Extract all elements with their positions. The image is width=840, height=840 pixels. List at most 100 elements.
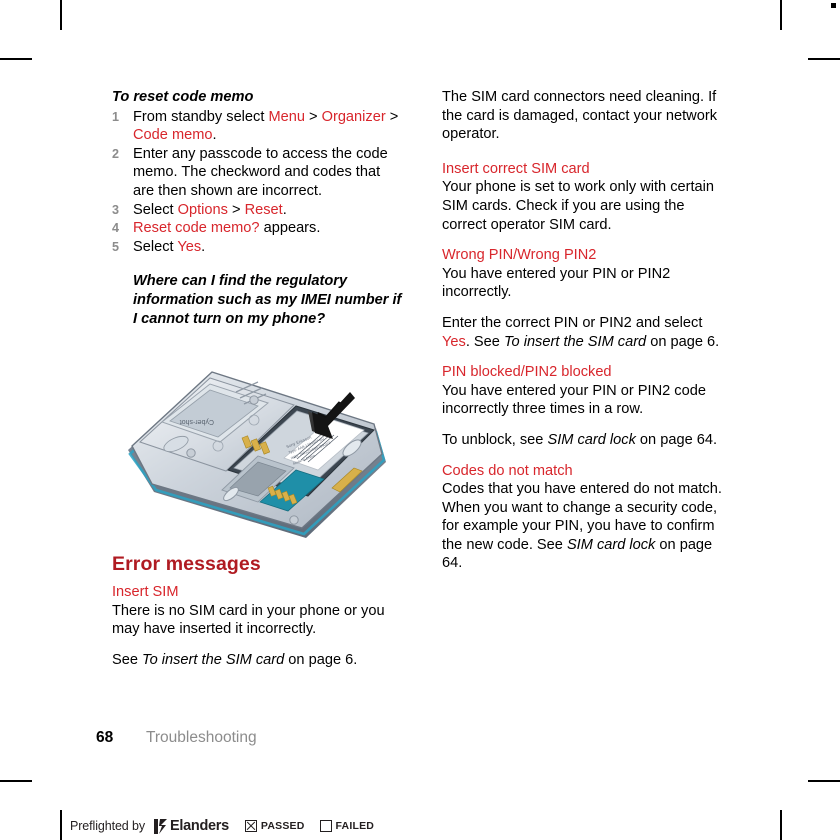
screw-top	[249, 395, 259, 405]
err-body-1-1-run-2: . See	[465, 333, 504, 350]
phone-illustration: Cyber-shot Sony Ericsson Type: AAB-12345…	[112, 338, 402, 553]
error-message-body: Codes that you have entered do not match…	[442, 480, 732, 573]
step-text: Select Yes.	[133, 239, 205, 255]
step-3-run-0: Reset code memo?	[133, 220, 260, 237]
step-text: Reset code memo? appears.	[133, 220, 320, 236]
cybershot-wordmark: Cyber-shot	[180, 418, 214, 425]
faq-question-block: Where can I find the regulatory informat…	[112, 272, 402, 328]
procedure-step: 3 Select Options > Reset.	[112, 201, 402, 220]
page-footer: 68 Troubleshooting	[96, 729, 257, 747]
step-text: Select Options > Reset.	[133, 202, 287, 218]
step-2-run-0: Select	[133, 201, 178, 218]
error-message-body: You have entered your PIN or PIN2 code i…	[442, 382, 732, 419]
step-2-run-1: Options	[177, 201, 228, 218]
err-body-1-0-run-0: You have entered your PIN or PIN2 incorr…	[442, 265, 671, 301]
preflight-bar: Preflighted by Elanders PASSED FAILED	[60, 812, 374, 840]
err-body-1-1-run-3: To insert the SIM card	[503, 333, 647, 350]
err-body-0-1-run-0: See	[112, 651, 143, 668]
passed-checkbox-icon	[244, 820, 257, 832]
error-message-body: There is no SIM card in your phone or yo…	[112, 602, 402, 639]
right-column: The SIM card connectors need cleaning. I…	[442, 88, 732, 573]
err-body-0-0-run-0: There is no SIM card in your phone or yo…	[112, 602, 385, 638]
left-column: To reset code memo 1 From standby select …	[112, 88, 402, 670]
err-body-3-0-run-1: SIM card lock	[566, 536, 656, 553]
step-0-run-6: .	[212, 127, 217, 144]
error-message-label: Insert correct SIM card	[442, 160, 732, 179]
preflight-failed-status: FAILED	[319, 820, 375, 832]
error-message-body: Enter the correct PIN or PIN2 and select…	[442, 314, 732, 351]
err-label-1-run-0: Wrong PIN	[442, 247, 514, 264]
procedure-step: 1 From standby select Menu > Organizer > …	[112, 108, 402, 145]
err-body-2-1-run-0: To unblock, see	[442, 431, 548, 448]
step-4-run-2: .	[201, 238, 206, 255]
step-0-run-3: Organizer	[321, 108, 386, 125]
error-message-label: Wrong PIN/Wrong PIN2	[442, 246, 732, 265]
error-message-body: To unblock, see SIM card lock on page 64…	[442, 431, 732, 450]
step-0-run-4: >	[385, 108, 399, 125]
step-number: 2	[112, 146, 120, 161]
step-2-run-3: Reset	[244, 201, 283, 218]
preflight-label: Preflighted by	[70, 819, 146, 833]
error-message-body: Your phone is set to work only with cert…	[442, 178, 732, 234]
elanders-logo: Elanders	[154, 818, 229, 834]
faq-question: Where can I find the regulatory informat…	[133, 273, 402, 327]
err-body-2-0-run-0: You have entered your PIN or PIN2 code i…	[442, 382, 706, 418]
left-error-entries: Insert SIM There is no SIM card in your p…	[112, 583, 402, 669]
step-2-run-2: >	[227, 201, 245, 218]
passed-label: PASSED	[260, 820, 305, 832]
manual-page: To reset code memo 1 From standby select …	[0, 0, 840, 840]
procedure-step: 5 Select Yes.	[112, 238, 402, 257]
err-body-1-1-run-0: Enter the correct PIN or PIN2 and select	[442, 314, 703, 331]
step-number: 1	[112, 109, 120, 124]
right-error-entries: Insert correct SIM card Your phone is set…	[442, 144, 732, 573]
step-4-run-0: Select	[133, 238, 178, 255]
err-body-1-1-run-4: on page 6.	[646, 333, 720, 350]
procedure-step: 2 Enter any passcode to access the code m…	[112, 145, 402, 201]
err-body-1-1-run-1: Yes	[442, 333, 466, 350]
err-body-0-1-run-1: To insert the SIM card	[142, 651, 285, 668]
err-label-2-run-2: PIN2 blocked	[524, 364, 612, 381]
step-1-run-0: Enter any passcode to access the code me…	[133, 145, 388, 199]
error-message-label: Codes do not match	[442, 462, 732, 481]
procedure-heading: To reset code memo	[112, 89, 254, 105]
phone-back-illustration-svg: Cyber-shot Sony Ericsson Type: AAB-12345…	[128, 371, 386, 539]
right-cont-run-0: The SIM card connectors need cleaning. I…	[442, 89, 717, 143]
failed-label: FAILED	[335, 820, 375, 832]
step-number: 3	[112, 202, 120, 217]
err-label-0-run-0: Insert correct SIM card	[442, 160, 590, 177]
footer-chapter-name: Troubleshooting	[146, 729, 257, 746]
err-body-2-1-run-1: SIM card lock	[547, 431, 636, 448]
error-message-body: See To insert the SIM card on page 6.	[112, 651, 402, 670]
step-text: From standby select Menu > Organizer > C…	[133, 109, 398, 144]
step-number: 4	[112, 221, 120, 236]
procedure-steps: 1 From standby select Menu > Organizer > …	[112, 108, 402, 257]
screw-left	[186, 448, 196, 458]
error-message-body: You have entered your PIN or PIN2 incorr…	[442, 265, 732, 302]
step-number: 5	[112, 239, 120, 254]
folio-page-number: 68	[96, 729, 114, 746]
step-0-run-5: Code memo	[133, 127, 213, 144]
err-body-0-0-run-0: Your phone is set to work only with cert…	[442, 179, 715, 233]
err-label-0-run-0: Insert SIM	[112, 584, 179, 601]
error-message-label: PIN blocked/PIN2 blocked	[442, 363, 732, 382]
step-0-run-2: >	[304, 108, 322, 125]
err-label-2-run-0: PIN blocked	[442, 364, 521, 381]
elanders-brand-text: Elanders	[170, 818, 229, 834]
step-0-run-0: From standby select	[133, 108, 269, 125]
step-2-run-4: .	[282, 201, 287, 218]
procedure-step: 4 Reset code memo? appears.	[112, 219, 402, 238]
continuation-paragraph: The SIM card connectors need cleaning. I…	[442, 88, 732, 144]
step-4-run-1: Yes	[177, 238, 202, 255]
screw-bottom	[289, 515, 299, 525]
err-label-3-run-0: Codes do not match	[442, 462, 573, 479]
step-0-run-1: Menu	[268, 108, 305, 125]
err-label-1-run-2: Wrong PIN2	[517, 247, 597, 264]
error-message-label: Insert SIM	[112, 583, 402, 602]
